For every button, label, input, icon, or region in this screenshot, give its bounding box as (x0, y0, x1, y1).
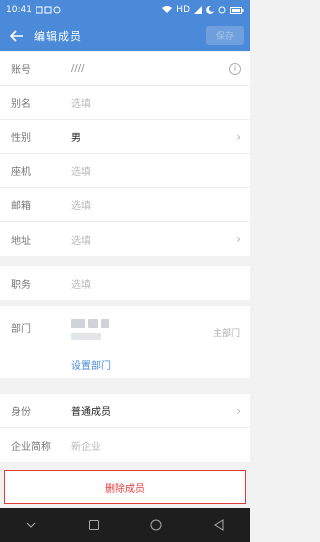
identity-value: 普通成员 (71, 407, 111, 418)
field-label: 部门 (11, 324, 31, 335)
nav-down-button[interactable] (21, 515, 41, 535)
signal-icon (194, 6, 202, 14)
field-label: 邮箱 (11, 201, 31, 212)
status-time: 10:41 (6, 5, 32, 15)
basic-info-section: 账号 //// i 别名 选填 性别 男 › 座机 选填 邮箱 选填 地址 选填… (0, 52, 250, 256)
company-short-row: 企业简称 新企业 (0, 428, 250, 462)
field-label: 性别 (11, 133, 31, 144)
notification-icons (35, 6, 61, 14)
nav-recents-button[interactable] (84, 515, 104, 535)
triangle-back-icon (213, 519, 224, 531)
alias-row[interactable]: 别名 选填 (0, 86, 250, 120)
field-label: 座机 (11, 167, 31, 178)
email-row[interactable]: 邮箱 选填 (0, 188, 250, 222)
department-row: 部门 主部门 设置部门 (0, 306, 250, 378)
department-section: 部门 主部门 设置部门 (0, 306, 250, 378)
field-label: 职务 (11, 279, 31, 291)
moon-icon (206, 6, 214, 14)
landline-input[interactable]: 选填 (71, 163, 250, 178)
identity-section: 身份 普通成员 › 企业简称 新企业 (0, 394, 250, 462)
circle-icon (150, 519, 162, 531)
company-short-value: 新企业 (71, 441, 101, 453)
chevron-right-icon: › (236, 232, 241, 246)
wifi-icon (162, 6, 173, 13)
field-label: 身份 (11, 407, 31, 418)
field-label: 地址 (11, 235, 31, 247)
signal-label: HD (176, 5, 190, 15)
back-button[interactable] (8, 27, 26, 45)
info-icon[interactable]: i (229, 62, 241, 75)
field-label: 账号 (11, 65, 31, 76)
status-bar: 10:41 HD (0, 0, 250, 20)
save-button[interactable]: 保存 (206, 26, 244, 45)
battery-icon (230, 6, 244, 14)
alarm-icon (218, 6, 226, 14)
department-path-blurred (71, 333, 101, 340)
system-nav-bar (0, 508, 250, 542)
main-department-tag[interactable]: 主部门 (213, 326, 240, 339)
position-section: 职务 选填 (0, 266, 250, 300)
nav-back-button[interactable] (209, 515, 229, 535)
address-input[interactable]: 选填 (71, 232, 250, 247)
identity-row[interactable]: 身份 普通成员 › (0, 394, 250, 428)
email-input[interactable]: 选填 (71, 197, 250, 212)
set-department-link[interactable]: 设置部门 (71, 357, 111, 372)
address-row[interactable]: 地址 选填 › (0, 222, 250, 256)
field-label: 别名 (11, 99, 31, 110)
chevron-right-icon: › (236, 403, 241, 418)
chevron-down-icon (26, 522, 36, 528)
account-value: //// (71, 63, 85, 74)
alias-input[interactable]: 选填 (71, 95, 250, 110)
arrow-left-icon (10, 29, 23, 42)
nav-home-button[interactable] (146, 515, 166, 535)
department-name-blurred (71, 319, 109, 328)
delete-member-button[interactable]: 删除成员 (4, 470, 246, 504)
position-row[interactable]: 职务 选填 (0, 266, 250, 300)
chevron-right-icon: › (236, 129, 241, 144)
app-bar: 编辑成员 保存 (0, 20, 250, 51)
landline-row[interactable]: 座机 选填 (0, 154, 250, 188)
account-row: 账号 //// i (0, 52, 250, 86)
page-title: 编辑成员 (34, 29, 82, 43)
field-label: 企业简称 (11, 441, 51, 453)
gender-row[interactable]: 性别 男 › (0, 120, 250, 154)
gender-value: 男 (71, 133, 81, 144)
position-input[interactable]: 选填 (71, 276, 250, 291)
square-icon (88, 520, 99, 530)
